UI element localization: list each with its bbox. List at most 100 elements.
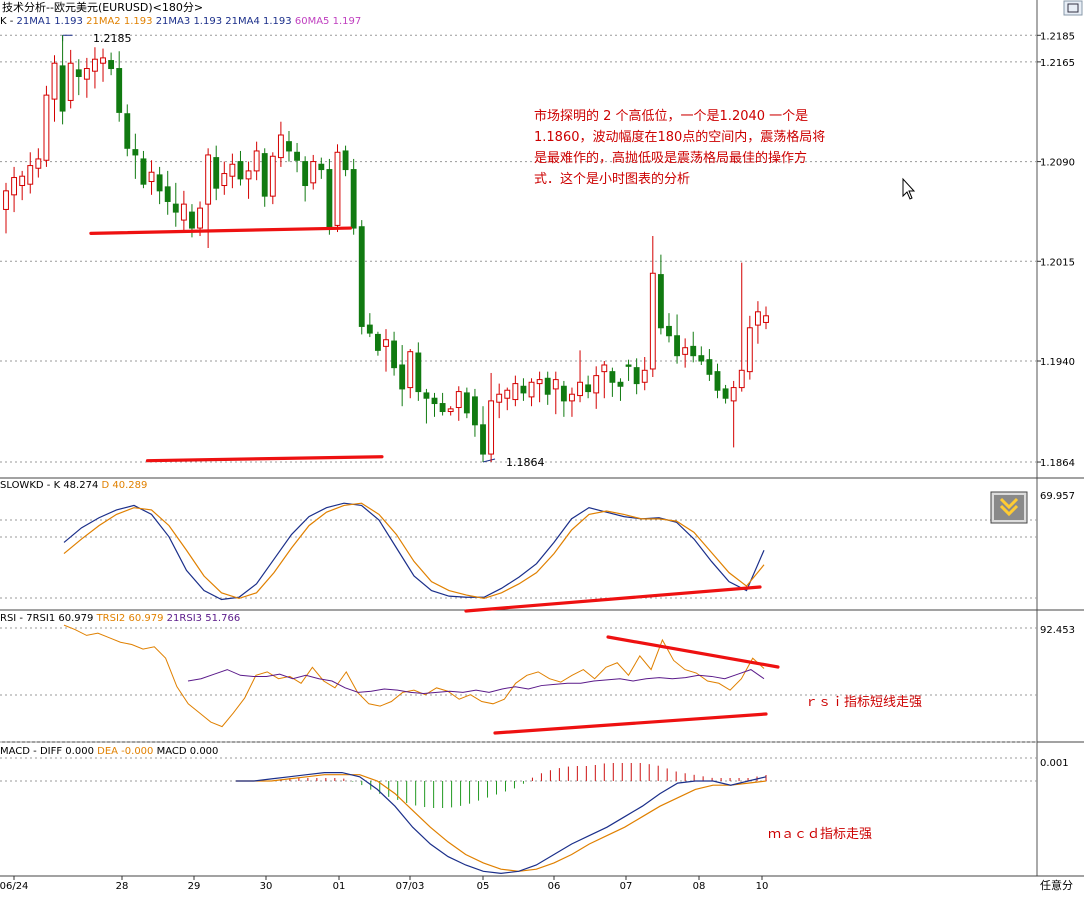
diff-value: 0.000 [65, 746, 94, 757]
candle-up [180, 203, 187, 221]
candle-down [674, 335, 680, 357]
rsi-tick-label: 92.453 [1040, 625, 1075, 636]
annotation-line: 式．这个是小时图表的分析 [534, 171, 690, 187]
macd-annotation: ｍａｃｄ指标走强 [768, 827, 872, 842]
candle-up [43, 94, 50, 161]
high-price-marker: 1.2185 [93, 32, 132, 45]
x-tick-label: 01 [333, 881, 346, 892]
candle-down [116, 68, 123, 113]
candle-up [496, 393, 503, 403]
candle-up [682, 347, 689, 355]
svg-text:SLOWKD - K 48.274 D 40.289: SLOWKD - K 48.274 D 40.289 [0, 480, 147, 491]
rsi-annotation: ｒｓｉ指标短线走强 [805, 695, 922, 710]
candle-down [342, 150, 349, 171]
macd-title: MACD [0, 746, 30, 757]
legend-ma-label: 60MA5 [295, 16, 330, 27]
candle-down [439, 403, 446, 413]
legend-ma-value: 1.193 [193, 16, 222, 27]
annotation-line: 是最难作的，高抛低吸是震荡格局最佳的操作方 [534, 150, 807, 166]
svg-text:MACD - DIFF 0.000 DEA -0.000: MACD - DIFF 0.000 DEA -0.000 MACD 0.000 [0, 746, 218, 757]
candle-down [213, 157, 220, 189]
candle-down [722, 388, 729, 399]
candle-up [455, 391, 462, 409]
candle-down [286, 141, 292, 152]
candle-down [189, 211, 195, 229]
dea-value: -0.000 [121, 746, 153, 757]
x-tick-label: 28 [116, 881, 129, 892]
x-tick-label: 07 [620, 881, 633, 892]
candle-down [164, 186, 171, 202]
candle-down [302, 161, 309, 187]
candle-down [237, 161, 244, 180]
candle-down [423, 392, 430, 399]
price-legend-text: K - 21MA1 1.193 21MA2 1.193 21MA3 1.193 … [0, 16, 361, 27]
kd-d-value: 40.289 [112, 480, 147, 491]
candle-up [763, 315, 769, 323]
candle-up [754, 311, 761, 326]
macd-label: MACD [157, 746, 187, 757]
candle-up [649, 272, 656, 370]
candle-down [625, 364, 632, 367]
candle-up [221, 173, 228, 187]
legend-ma-value: 1.193 [263, 16, 292, 27]
period-corner-label: 任意分 [1040, 878, 1073, 892]
candle-up [334, 151, 341, 226]
candle-down [399, 364, 406, 390]
price-tick-label: 1.2165 [1040, 58, 1075, 69]
candle-up [67, 62, 74, 101]
rsi2-value: 60.979 [128, 613, 163, 624]
window-restore-button[interactable] [1063, 0, 1083, 16]
x-tick-label: 29 [188, 881, 201, 892]
panel-collapse-button[interactable] [990, 491, 1028, 524]
macd-legend: MACD - DIFF 0.000 DEA -0.000 MACD 0.000 [0, 746, 218, 757]
legend-ma-value: 1.197 [333, 16, 362, 27]
candle-down [544, 377, 551, 395]
candle-down [156, 174, 163, 192]
candle-down [261, 153, 268, 197]
legend-ma-label: 21MA1 [17, 16, 52, 27]
x-tick-label: 05 [477, 881, 490, 892]
candle-down [480, 424, 486, 455]
price-tick-label: 1.1864 [1040, 458, 1075, 469]
candle-down [666, 325, 672, 337]
candle-up [641, 369, 648, 383]
candle-up [310, 161, 317, 184]
candle-up [569, 393, 575, 402]
candle-up [3, 190, 9, 210]
diff-label: DIFF [40, 746, 62, 757]
rsi1-value: 60.979 [58, 613, 93, 624]
x-tick-label: 06 [548, 881, 561, 892]
candle-up [746, 327, 753, 373]
x-tick-label: 08 [693, 881, 706, 892]
candle-down [431, 397, 438, 405]
candle-down [706, 359, 713, 375]
candle-down [520, 385, 527, 394]
legend-ma-label: 21MA3 [156, 16, 191, 27]
rsi-title: RSI [0, 613, 16, 624]
candle-down [391, 340, 398, 369]
candle-up [447, 408, 454, 413]
candle-down [415, 352, 422, 393]
rsi1-label: 7RSI1 [26, 613, 55, 624]
price-tick-label: 1.2015 [1040, 257, 1075, 268]
window-restore-icon [1063, 0, 1083, 16]
candle-down [59, 65, 66, 112]
price-legend: K - 21MA1 1.193 21MA2 1.193 21MA3 1.193 … [0, 16, 361, 27]
candle-up [593, 375, 600, 394]
x-tick-label: 10 [756, 881, 769, 892]
x-tick-label: 30 [260, 881, 273, 892]
x-tick-label: 07/03 [396, 881, 425, 892]
candle-up [552, 379, 559, 390]
candle-up [92, 58, 98, 72]
candle-down [172, 203, 179, 213]
candle-up [383, 339, 389, 347]
candle-down [657, 274, 664, 329]
macd-value: 0.000 [190, 746, 219, 757]
candle-down [690, 345, 697, 357]
candle-down [326, 169, 333, 229]
chart-svg: 1.2185 1.2165 1.2090 1.2015 1.1940 1.1864 69.9… [0, 0, 1084, 893]
candle-up [512, 383, 519, 401]
candle-up [19, 175, 26, 187]
macd-tick-label: 0.001 [1040, 758, 1069, 769]
candle-down [75, 69, 82, 78]
